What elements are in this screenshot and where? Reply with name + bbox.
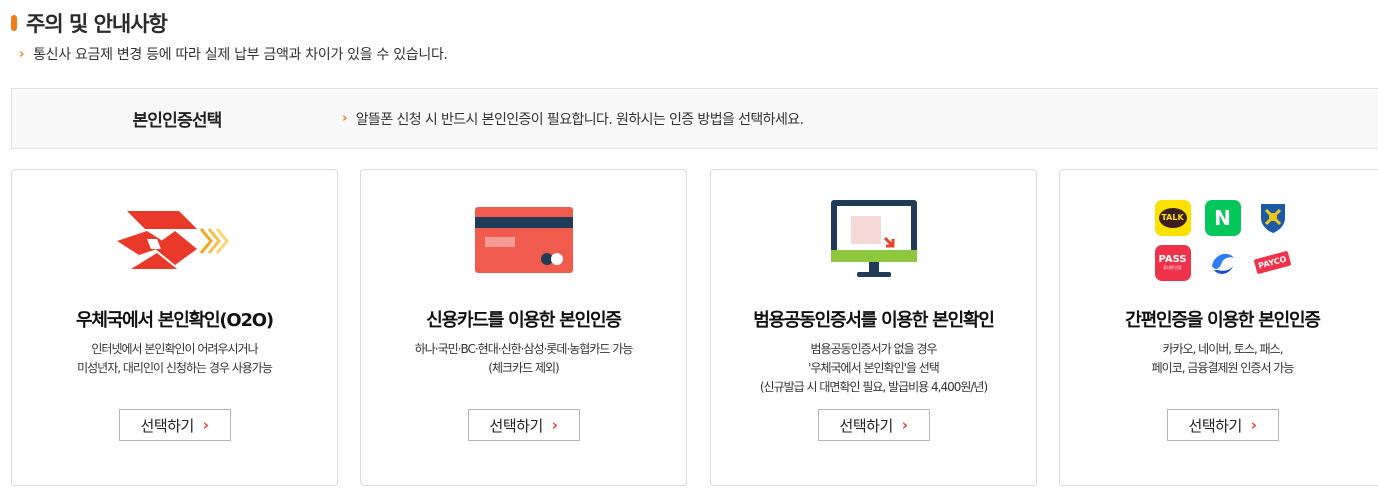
chevron-right-icon: › — [202, 416, 209, 434]
select-button-label: 선택하기 — [140, 416, 195, 435]
pass-icon: PASS 휴대폰인증 — [1154, 244, 1191, 281]
notice-line-text: 통신사 요금제 변경 등에 따라 실제 납부 금액과 차이가 있을 수 있습니다… — [33, 47, 448, 63]
select-button[interactable]: 선택하기 › — [118, 409, 231, 441]
card-title: 간편인증을 이용한 본인인증 — [1125, 310, 1321, 331]
select-button[interactable]: 선택하기 › — [1166, 409, 1279, 441]
auth-select-label: 본인인증선택 — [132, 111, 222, 131]
monitor-certificate-icon — [711, 200, 1036, 280]
card-title: 신용카드를 이용한 본인인증 — [426, 310, 622, 331]
bullet-arrow-icon: › — [19, 46, 25, 62]
card-desc-line: 하나·국민·BC·현대·신한·삼성·롯데·농협카드 가능 — [414, 342, 634, 356]
title-accent-bar — [11, 15, 17, 31]
auth-description-text: 알뜰폰 신청 시 반드시 본인인증이 필요합니다. 원하시는 인증 방법을 선택… — [355, 111, 804, 128]
card-desc-line: 인터넷에서 본인확인이 어려우시거나 — [91, 342, 258, 356]
post-office-logo-icon — [12, 200, 337, 280]
auth-card-post-office[interactable]: 우체국에서 본인확인(O2O) 인터넷에서 본인확인이 어려우시거나 미성년자,… — [11, 169, 338, 486]
card-desc-line: '우체국에서 본인확인'을 선택 — [808, 361, 940, 375]
select-button[interactable]: 선택하기 › — [817, 409, 930, 441]
chevron-right-icon: › — [1250, 416, 1257, 434]
pass-sub-label: 휴대폰인증 — [1163, 265, 1182, 270]
notice-title-text: 주의 및 안내사항 — [26, 12, 168, 36]
select-button-label: 선택하기 — [489, 416, 544, 435]
card-desc-line: (체크카드 제외) — [488, 361, 559, 375]
notice-title: 주의 및 안내사항 — [11, 8, 168, 38]
notice-line: › 통신사 요금제 변경 등에 따라 실제 납부 금액과 차이가 있을 수 있습… — [19, 44, 448, 64]
kb-shield-icon — [1254, 199, 1291, 236]
card-description: 인터넷에서 본인확인이 어려우시거나 미성년자, 대리인이 신청하는 경우 사용… — [12, 340, 337, 378]
card-title: 우체국에서 본인확인(O2O) — [76, 310, 274, 331]
pass-label: PASS — [1158, 254, 1187, 265]
select-button[interactable]: 선택하기 › — [467, 409, 580, 441]
auth-select-bar: 본인인증선택 › 알뜰폰 신청 시 반드시 본인인증이 필요합니다. 원하시는 … — [11, 88, 1378, 149]
chevron-right-icon: › — [551, 416, 558, 434]
select-button-label: 선택하기 — [1188, 416, 1243, 435]
card-desc-line: 범용공동인증서가 없을 경우 — [810, 342, 937, 356]
card-title: 범용공동인증서를 이용한 본인확인 — [753, 310, 995, 331]
card-description: 하나·국민·BC·현대·신한·삼성·롯데·농협카드 가능 (체크카드 제외) — [361, 340, 686, 378]
kakao-icon: TALK — [1154, 199, 1191, 236]
auth-select-description: › 알뜰폰 신청 시 반드시 본인인증이 필요합니다. 원하시는 인증 방법을 … — [342, 109, 804, 129]
easy-auth-icons: TALK N PASS 휴대폰인증 PAYCO — [1060, 199, 1378, 281]
kakao-talk-label: TALK — [1158, 207, 1187, 228]
chevron-right-icon: › — [901, 416, 908, 434]
credit-card-icon — [361, 200, 686, 280]
naver-icon: N — [1204, 199, 1241, 236]
bullet-arrow-icon: › — [342, 111, 347, 126]
auth-card-certificate[interactable]: 범용공동인증서를 이용한 본인확인 범용공동인증서가 없을 경우 '우체국에서 … — [710, 169, 1037, 486]
toss-icon — [1204, 244, 1241, 281]
card-desc-line: (신규발급 시 대면확인 필요, 발급비용 4,400원/년) — [759, 380, 988, 394]
select-button-label: 선택하기 — [839, 416, 894, 435]
card-description: 카카오, 네이버, 토스, 패스, 페이코, 금융결제원 인증서 가능 — [1060, 340, 1378, 378]
auth-card-easy-auth[interactable]: TALK N PASS 휴대폰인증 PAYCO 간편인증을 이용한 본인인증 카… — [1059, 169, 1378, 486]
auth-card-credit-card[interactable]: 신용카드를 이용한 본인인증 하나·국민·BC·현대·신한·삼성·롯데·농협카드… — [360, 169, 687, 486]
card-desc-line: 미성년자, 대리인이 신청하는 경우 사용가능 — [77, 361, 273, 375]
card-desc-line: 페이코, 금융결제원 인증서 가능 — [1151, 361, 1295, 375]
card-desc-line: 카카오, 네이버, 토스, 패스, — [1162, 342, 1283, 356]
card-description: 범용공동인증서가 없을 경우 '우체국에서 본인확인'을 선택 (신규발급 시 … — [711, 340, 1036, 397]
payco-icon: PAYCO — [1253, 244, 1292, 281]
payco-label: PAYCO — [1253, 250, 1292, 275]
